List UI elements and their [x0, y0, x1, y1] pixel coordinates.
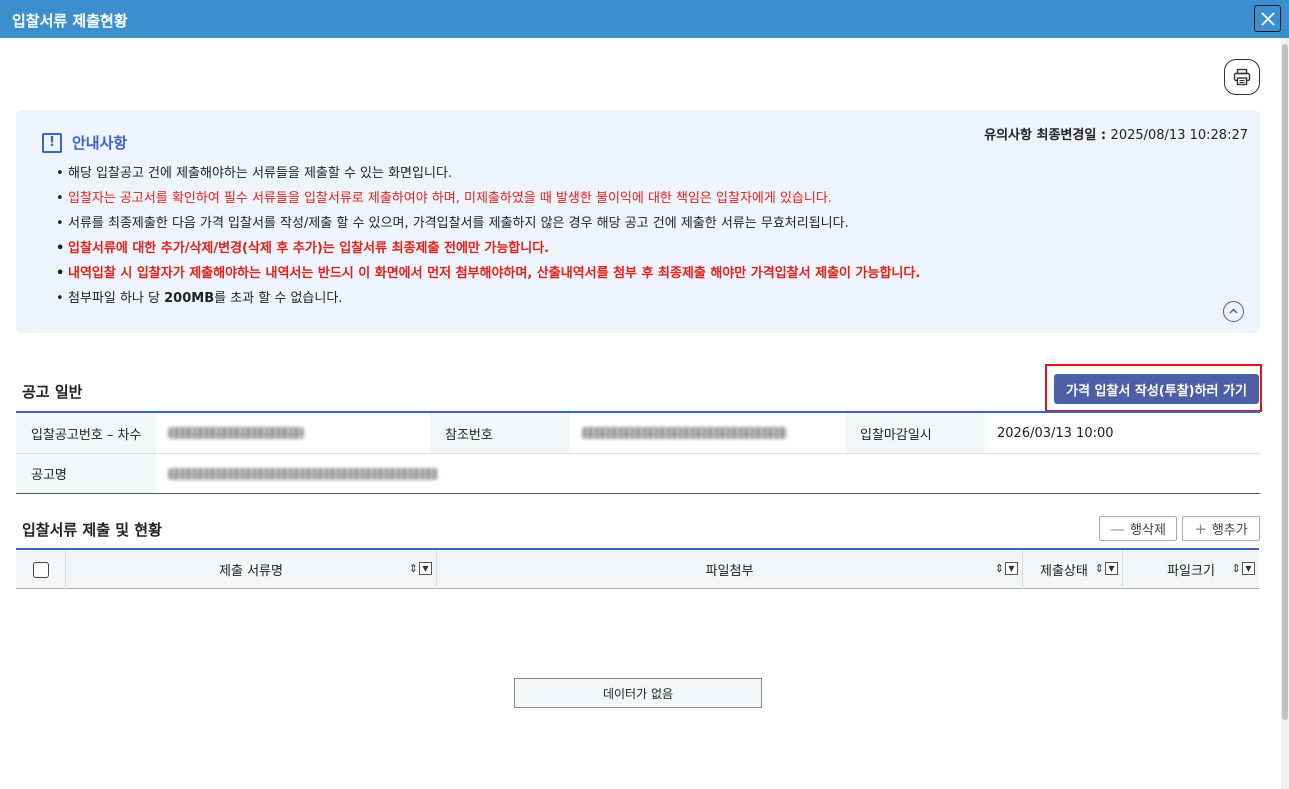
sort-icon[interactable]: ⇕	[409, 562, 418, 575]
notice-name-value	[156, 454, 1260, 493]
sort-icon[interactable]: ⇕	[1232, 562, 1241, 575]
notice-number-value	[156, 413, 430, 453]
column-submit-status[interactable]: 제출상태 ⇕ ▼	[1022, 550, 1122, 589]
filter-dropdown-icon[interactable]: ▼	[419, 562, 432, 575]
redacted-text	[168, 467, 438, 480]
notice-item: 해당 입찰공고 건에 제출해야하는 서류들을 제출할 수 있는 화면입니다.	[56, 165, 920, 190]
printer-icon	[1233, 68, 1251, 86]
notice-item: 입찰자는 공고서를 확인하여 필수 서류들을 입찰서류로 제출하여야 하며, 미…	[56, 190, 920, 215]
close-button[interactable]	[1254, 5, 1281, 32]
notice-item: 입찰서류에 대한 추가/삭제/변경(삭제 후 추가)는 입찰서류 최종제출 전에…	[56, 240, 920, 265]
notice-item-text: 첨부파일 하나 당	[68, 291, 165, 306]
title-bar: 입찰서류 제출현황	[0, 0, 1289, 38]
notice-item-size: 200MB	[164, 291, 215, 306]
minus-icon: —	[1110, 519, 1126, 538]
updated-label: 유의사항 최종변경일 :	[984, 128, 1107, 143]
column-file-attach[interactable]: 파일첨부 ⇕ ▼	[436, 550, 1022, 589]
notice-title: 안내사항	[72, 134, 128, 152]
window-title: 입찰서류 제출현황	[12, 12, 128, 30]
exclamation-icon: !	[42, 132, 62, 153]
notice-list: 해당 입찰공고 건에 제출해야하는 서류들을 제출할 수 있는 화면입니다. 입…	[56, 165, 920, 315]
sort-icon[interactable]: ⇕	[995, 562, 1004, 575]
go-to-bid-button[interactable]: 가격 입찰서 작성(투찰)하러 가기	[1054, 374, 1259, 404]
column-controls: ⇕ ▼	[409, 562, 432, 575]
scrollbar-thumb[interactable]	[1282, 44, 1288, 720]
plus-icon: +	[1194, 519, 1207, 538]
filter-dropdown-icon[interactable]: ▼	[1005, 562, 1018, 575]
select-all-column	[16, 550, 65, 589]
notice-number-label: 입찰공고번호 – 차수	[16, 413, 156, 453]
column-document-name[interactable]: 제출 서류명 ⇕ ▼	[65, 550, 436, 589]
select-all-checkbox[interactable]	[32, 561, 49, 578]
notice-item: 첨부파일 하나 당 200MB를 초과 할 수 없습니다.	[56, 290, 920, 315]
column-controls: ⇕ ▼	[1095, 562, 1118, 575]
column-controls: ⇕ ▼	[1232, 562, 1255, 575]
notice-info-table: 입찰공고번호 – 차수 참조번호 입찰마감일시 2026/03/13 10:00…	[16, 411, 1260, 494]
close-icon	[1260, 11, 1275, 26]
delete-row-label: 행삭제	[1130, 523, 1166, 538]
notice-name-label: 공고명	[16, 454, 156, 493]
column-label: 파일크기	[1167, 564, 1215, 579]
collapse-button[interactable]	[1223, 301, 1244, 322]
documents-section-title: 입찰서류 제출 및 현황	[22, 521, 162, 539]
chevron-up-icon	[1229, 308, 1238, 314]
redacted-text	[582, 427, 787, 439]
print-button[interactable]	[1224, 59, 1260, 95]
delete-row-button[interactable]: — 행삭제	[1099, 516, 1177, 541]
add-row-label: 행추가	[1211, 523, 1248, 538]
notice-box: ! 안내사항 유의사항 최종변경일 : 2025/08/13 10:28:27 …	[16, 110, 1260, 333]
reference-number-label: 참조번호	[430, 413, 570, 453]
info-row: 공고명	[16, 453, 1260, 493]
column-label: 제출 서류명	[219, 564, 283, 579]
add-row-button[interactable]: + 행추가	[1182, 516, 1260, 541]
notice-item: 내역입찰 시 입찰자가 제출해야하는 내역서는 반드시 이 화면에서 먼저 첨부…	[56, 265, 920, 290]
general-section-title: 공고 일반	[22, 383, 83, 401]
submission-status-window: 입찰서류 제출현황 ! 안내사항 유의사항 최종변경일 : 2025/08/13…	[0, 0, 1289, 789]
notice-item: 서류를 최종제출한 다음 가격 입찰서를 작성/제출 할 수 있으며, 가격입찰…	[56, 215, 920, 240]
empty-data-message: 데이터가 없음	[514, 678, 762, 708]
reference-number-value	[570, 413, 845, 453]
column-label: 제출상태	[1040, 564, 1088, 579]
filter-dropdown-icon[interactable]: ▼	[1105, 562, 1118, 575]
notice-header: ! 안내사항	[42, 132, 127, 153]
redacted-text	[168, 427, 304, 439]
notice-updated-date: 유의사항 최종변경일 : 2025/08/13 10:28:27	[984, 124, 1248, 143]
filter-dropdown-icon[interactable]: ▼	[1242, 562, 1255, 575]
bid-button-highlight: 가격 입찰서 작성(투찰)하러 가기	[1045, 364, 1262, 412]
documents-grid-header: 제출 서류명 ⇕ ▼ 파일첨부 ⇕ ▼ 제출상태 ⇕ ▼ 파일크기 ⇕ ▼	[16, 548, 1259, 589]
updated-value: 2025/08/13 10:28:27	[1110, 128, 1248, 143]
deadline-label: 입찰마감일시	[845, 413, 985, 453]
column-controls: ⇕ ▼	[995, 562, 1018, 575]
column-label: 파일첨부	[705, 564, 754, 579]
notice-item-text: 를 초과 할 수 없습니다.	[214, 291, 343, 306]
info-row: 입찰공고번호 – 차수 참조번호 입찰마감일시 2026/03/13 10:00	[16, 413, 1260, 453]
vertical-scrollbar[interactable]	[1281, 38, 1289, 789]
column-file-size[interactable]: 파일크기 ⇕ ▼	[1122, 550, 1259, 589]
sort-icon[interactable]: ⇕	[1095, 562, 1104, 575]
deadline-value: 2026/03/13 10:00	[985, 413, 1260, 453]
